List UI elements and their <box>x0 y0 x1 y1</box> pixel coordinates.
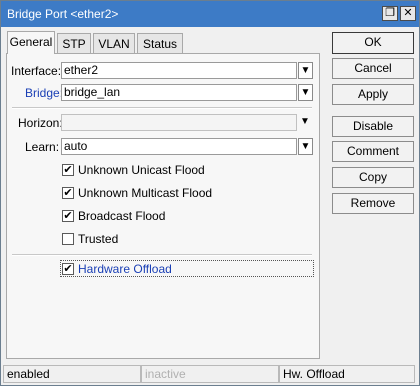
unknown-multicast-flood-label: Unknown Multicast Flood <box>78 186 213 200</box>
title-bar[interactable]: Bridge Port <ether2> ❐ ✕ <box>1 1 419 27</box>
interface-dropdown-icon[interactable]: ▼ <box>298 62 313 79</box>
comment-button[interactable]: Comment <box>332 141 414 162</box>
remove-button[interactable]: Remove <box>332 193 414 214</box>
bridge-port-window: Bridge Port <ether2> ❐ ✕ General STP VLA… <box>0 0 420 386</box>
disable-button[interactable]: Disable <box>332 116 414 137</box>
separator <box>12 254 312 256</box>
trusted-label: Trusted <box>78 232 119 246</box>
learn-dropdown-icon[interactable]: ▼ <box>298 138 313 155</box>
tab-stp[interactable]: STP <box>57 33 91 53</box>
general-panel: Interface: ether2 ▼ Bridge: bridge_lan ▼… <box>6 53 320 359</box>
ok-button[interactable]: OK <box>332 32 414 54</box>
close-icon[interactable]: ✕ <box>400 6 416 21</box>
tab-vlan[interactable]: VLAN <box>93 33 135 53</box>
interface-label: Interface: <box>11 64 62 78</box>
cancel-button[interactable]: Cancel <box>332 58 414 79</box>
horizon-label: Horizon: <box>18 116 63 130</box>
hardware-offload-checkbox[interactable]: ✔ <box>62 263 74 275</box>
hardware-offload-label: Hardware Offload <box>78 262 172 276</box>
unknown-unicast-flood-checkbox[interactable]: ✔ <box>62 164 74 176</box>
broadcast-flood-label: Broadcast Flood <box>78 209 166 223</box>
unknown-unicast-flood-label: Unknown Unicast Flood <box>78 163 205 177</box>
bridge-label: Bridge: <box>25 86 64 100</box>
interface-field[interactable]: ether2 <box>61 62 297 79</box>
status-enabled: enabled <box>3 365 141 383</box>
learn-field[interactable]: auto <box>61 138 297 155</box>
copy-button[interactable]: Copy <box>332 167 414 188</box>
restore-icon[interactable]: ❐ <box>382 6 398 21</box>
apply-button[interactable]: Apply <box>332 84 414 105</box>
horizon-dropdown-icon[interactable]: ▼ <box>300 116 310 127</box>
horizon-field[interactable] <box>61 114 297 131</box>
status-inactive: inactive <box>141 365 279 383</box>
window-title: Bridge Port <ether2> <box>7 7 119 21</box>
status-bar: enabled inactive Hw. Offload <box>1 363 419 385</box>
bridge-dropdown-icon[interactable]: ▼ <box>298 84 313 101</box>
tab-general[interactable]: General <box>7 31 55 54</box>
status-hw-offload: Hw. Offload <box>279 365 415 383</box>
separator <box>12 107 312 109</box>
bridge-field[interactable]: bridge_lan <box>61 84 297 101</box>
tab-status[interactable]: Status <box>137 33 183 53</box>
trusted-checkbox[interactable] <box>62 233 74 245</box>
unknown-multicast-flood-checkbox[interactable]: ✔ <box>62 187 74 199</box>
learn-label: Learn: <box>25 140 60 154</box>
broadcast-flood-checkbox[interactable]: ✔ <box>62 210 74 222</box>
